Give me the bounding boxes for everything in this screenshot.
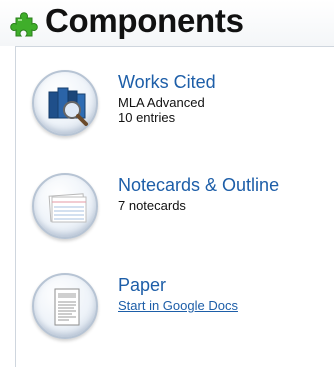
component-paper[interactable]: Paper Start in Google Docs [16,273,334,353]
page-title: Components [45,2,244,39]
notecards-icon-badge[interactable] [32,173,98,239]
paper-document-icon [54,288,80,326]
notecards-icon [48,193,87,223]
components-header: Components [0,0,334,46]
start-in-google-docs-link[interactable]: Start in Google Docs [118,298,238,313]
puzzle-piece-icon [10,12,38,37]
paper-icon-badge[interactable] [32,273,98,339]
component-notecards-outline[interactable]: Notecards & Outline 7 notecards [16,173,334,253]
works-cited-icon-badge[interactable] [32,70,98,136]
works-cited-link[interactable]: Works Cited [118,72,216,93]
books-magnifier-icon [48,87,88,126]
works-cited-count: 10 entries [118,110,176,125]
components-panel: Works Cited MLA Advanced 10 entries Note… [15,46,334,367]
works-cited-style: MLA Advanced [118,95,205,110]
paper-link[interactable]: Paper [118,275,166,296]
notecards-outline-link[interactable]: Notecards & Outline [118,175,279,196]
component-works-cited[interactable]: Works Cited MLA Advanced 10 entries [16,70,334,150]
notecards-count: 7 notecards [118,198,186,213]
